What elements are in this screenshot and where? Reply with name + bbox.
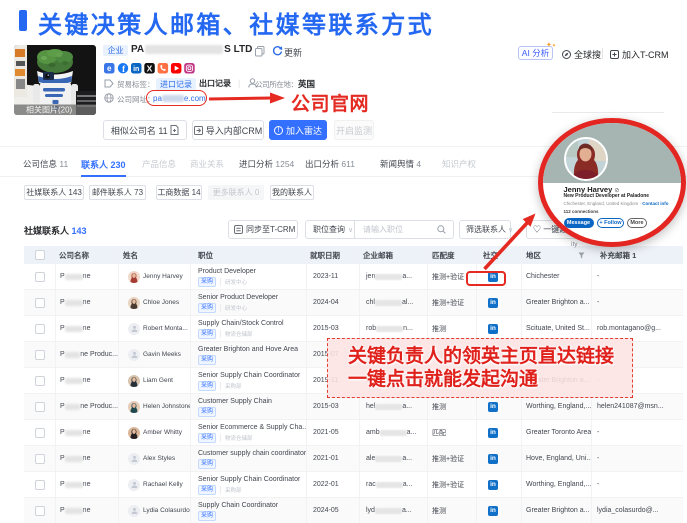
svg-text:in: in bbox=[133, 66, 139, 73]
svg-text:相关图片(20): 相关图片(20) bbox=[26, 105, 73, 115]
svg-text:e: e bbox=[107, 64, 112, 73]
svg-text:X: X bbox=[147, 63, 153, 73]
